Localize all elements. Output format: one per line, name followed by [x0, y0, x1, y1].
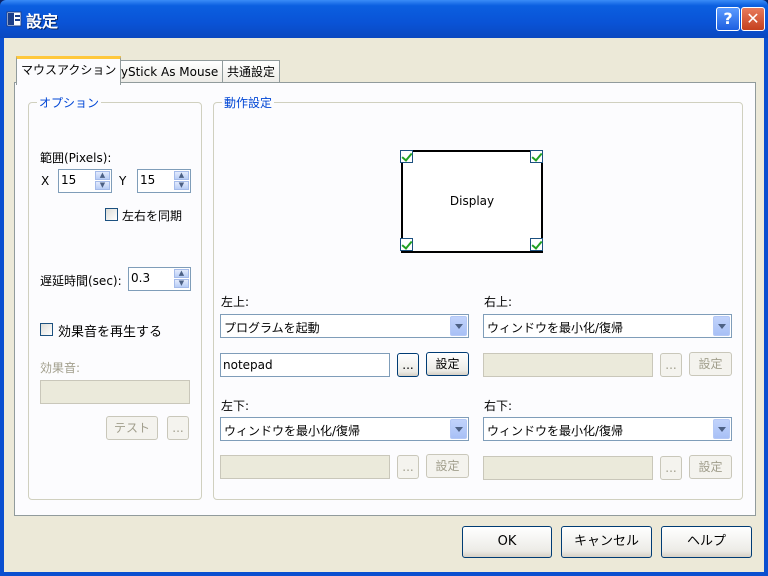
sync-checkbox[interactable] [105, 208, 118, 221]
tab-mouse-action[interactable]: マウスアクション [16, 56, 122, 85]
spin-down-icon[interactable]: ▼ [95, 181, 110, 190]
display-preview: Display [401, 150, 543, 253]
display-label: Display [449, 194, 495, 208]
chevron-down-icon[interactable] [450, 419, 467, 439]
help-button[interactable]: ヘルプ [661, 526, 752, 558]
x-label: X [41, 174, 50, 188]
sync-label: 左右を同期 [122, 209, 183, 223]
bottom-left-action-select[interactable]: ウィンドウを最小化/復帰 [220, 417, 469, 441]
window-title: 設定 [26, 12, 59, 31]
app-icon [6, 11, 22, 27]
top-left-action-select[interactable]: プログラムを起動 [220, 314, 469, 338]
bottom-left-arg-input[interactable] [220, 455, 390, 479]
sound-enable-checkbox[interactable] [40, 323, 53, 336]
tab-joystick-as-mouse[interactable]: JoyStick As Mouse [105, 60, 224, 83]
top-left-arg-input[interactable]: notepad [220, 353, 390, 377]
tab-common-settings[interactable]: 共通設定 [222, 60, 281, 83]
spin-up-icon[interactable]: ▲ [174, 269, 189, 278]
title-bar[interactable]: 設定 ? ✕ [0, 0, 768, 38]
y-range-value: 15 [140, 173, 156, 187]
corner-top-right-checkbox[interactable] [530, 150, 543, 163]
top-left-browse-button[interactable]: ... [397, 353, 419, 377]
corner-top-left-checkbox[interactable] [400, 150, 413, 163]
close-icon[interactable]: ✕ [741, 7, 765, 31]
spin-down-icon[interactable]: ▼ [174, 279, 189, 288]
chevron-down-icon[interactable] [713, 316, 730, 336]
help-icon[interactable]: ? [716, 7, 740, 31]
bottom-right-browse-button[interactable]: ... [660, 456, 682, 480]
spin-up-icon[interactable]: ▲ [174, 171, 189, 180]
y-range-spinner[interactable]: 15 ▲ ▼ [137, 169, 191, 193]
range-label: 範囲(Pixels): [40, 151, 112, 165]
window-frame-bottom [0, 572, 768, 576]
bottom-right-settings-button[interactable]: 設定 [689, 455, 732, 479]
top-right-label: 右上: [484, 295, 513, 309]
y-label: Y [119, 174, 127, 188]
spin-up-icon[interactable]: ▲ [95, 171, 110, 180]
delay-label: 遅延時間(sec): [40, 274, 122, 288]
spin-down-icon[interactable]: ▼ [174, 181, 189, 190]
x-range-spinner[interactable]: 15 ▲ ▼ [58, 169, 112, 193]
sound-label: 効果音: [40, 361, 81, 375]
top-right-action-select[interactable]: ウィンドウを最小化/復帰 [483, 314, 732, 338]
bottom-right-label: 右下: [484, 399, 513, 413]
bottom-right-action-select[interactable]: ウィンドウを最小化/復帰 [483, 417, 732, 441]
test-button[interactable]: テスト [106, 416, 158, 440]
chevron-down-icon[interactable] [713, 419, 730, 439]
sound-browse-button[interactable]: ... [167, 416, 189, 440]
window-frame-right [764, 38, 768, 576]
bottom-right-action-value: ウィンドウを最小化/復帰 [487, 424, 624, 438]
chevron-down-icon[interactable] [450, 316, 467, 336]
action-group-label: 動作設定 [222, 94, 275, 111]
x-range-value: 15 [61, 173, 77, 187]
top-right-settings-button[interactable]: 設定 [689, 352, 732, 376]
bottom-left-label: 左下: [221, 399, 250, 413]
corner-bottom-left-checkbox[interactable] [400, 238, 413, 251]
corner-bottom-right-checkbox[interactable] [530, 238, 543, 251]
top-right-browse-button[interactable]: ... [660, 353, 682, 377]
sound-file-input[interactable] [40, 380, 190, 404]
top-left-settings-button[interactable]: 設定 [426, 352, 469, 376]
delay-value: 0.3 [131, 271, 151, 285]
delay-spinner[interactable]: 0.3 ▲ ▼ [128, 267, 191, 291]
options-group-label: オプション [37, 94, 102, 111]
top-right-arg-input[interactable] [483, 353, 653, 377]
top-left-action-value: プログラムを起動 [224, 321, 320, 335]
settings-window: 設定 ? ✕ マウスアクション JoyStick As Mouse 共通設定 オ… [0, 0, 768, 576]
bottom-right-arg-input[interactable] [483, 456, 653, 480]
ok-button[interactable]: OK [462, 526, 552, 558]
bottom-left-settings-button[interactable]: 設定 [426, 454, 469, 478]
sound-enable-label: 効果音を再生する [58, 325, 163, 340]
top-left-label: 左上: [221, 295, 250, 309]
bottom-left-action-value: ウィンドウを最小化/復帰 [224, 424, 361, 438]
top-right-action-value: ウィンドウを最小化/復帰 [487, 321, 624, 335]
cancel-button[interactable]: キャンセル [561, 526, 652, 558]
bottom-left-browse-button[interactable]: ... [397, 455, 419, 479]
